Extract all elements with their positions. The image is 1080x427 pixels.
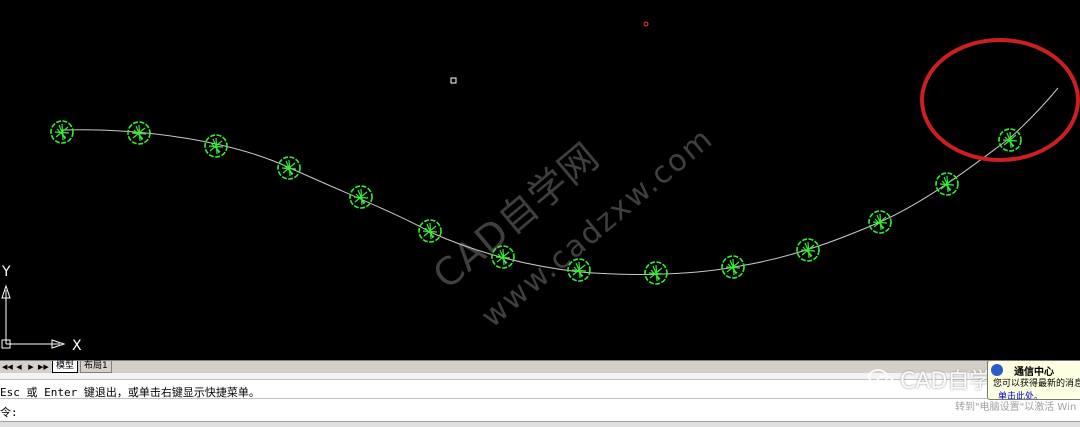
autocad-window: Y X CAD自学网 www.cadzxw.com ◀◀ ◀ ▶ ▶▶ 模型 布…: [0, 0, 1080, 427]
info-icon: [991, 364, 1003, 376]
ucs-x-label: X: [72, 338, 82, 354]
drawing-canvas[interactable]: Y X: [0, 0, 1080, 360]
activate-windows-text: 转到"电脑设置"以激活 Win: [955, 402, 1077, 413]
tab-model[interactable]: 模型: [52, 361, 79, 373]
command-divider: [0, 398, 1080, 399]
notice-link[interactable]: 单击此处。: [998, 389, 1043, 399]
wechat-icon: [868, 369, 894, 389]
tab-nav-first-button[interactable]: ◀◀: [2, 362, 13, 372]
ucs-y-label: Y: [1, 264, 11, 280]
status-bar: [0, 421, 1080, 427]
command-prompt[interactable]: 令:: [0, 404, 18, 420]
notice-body: 您可以获得最新的消息: [993, 379, 1080, 389]
tab-nav-prev-button[interactable]: ◀: [14, 362, 24, 372]
tab-layout1[interactable]: 布局1: [80, 361, 112, 373]
tab-nav-last-button[interactable]: ▶▶: [38, 362, 49, 372]
tab-nav-next-button[interactable]: ▶: [26, 362, 36, 372]
communication-center-balloon[interactable]: 通信中心 您可以获得最新的消息 单击此处。: [987, 360, 1080, 400]
